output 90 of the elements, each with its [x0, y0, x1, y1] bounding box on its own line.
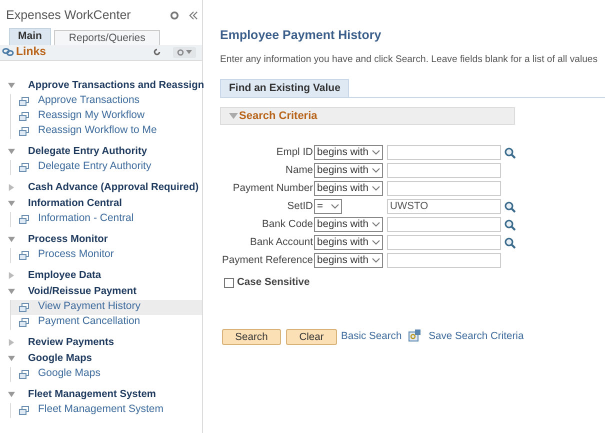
text-field[interactable] [387, 163, 501, 178]
window-icon [19, 250, 29, 260]
field-label: Bank Code [261, 218, 313, 232]
options-menu-button[interactable] [173, 46, 196, 58]
window-icon [19, 406, 29, 415]
search-icon[interactable] [504, 218, 516, 231]
checkbox[interactable] [224, 278, 234, 288]
operator-dropdown[interactable]: = [314, 199, 342, 214]
group-heading[interactable]: Delegate Entry Authority [28, 144, 148, 160]
links-title: Links [16, 44, 46, 60]
expanded-arrow-icon[interactable] [8, 391, 15, 398]
caret-icon [186, 50, 192, 54]
expanded-arrow-icon[interactable] [8, 82, 15, 90]
instructions-text: Enter any information you have and click Search. Leave fields blank for a list of all values [220, 52, 599, 67]
group-heading[interactable]: Information Central [28, 196, 122, 212]
operator-dropdown[interactable]: begins with [314, 145, 383, 160]
tab[interactable]: Find an Existing Value [220, 79, 350, 98]
save-search-icon[interactable] [408, 328, 421, 342]
nav-link[interactable]: Information - Central [11, 212, 202, 227]
expanded-arrow-icon[interactable] [8, 288, 15, 296]
text-field[interactable] [387, 145, 501, 160]
nav-link[interactable]: Delegate Entry Authority [11, 160, 202, 175]
group-heading[interactable]: Cash Advance (Approval Required) [28, 180, 199, 196]
operator-dropdown[interactable]: begins with [314, 163, 383, 178]
field-label: SetID [286, 200, 313, 214]
text-field[interactable] [387, 181, 501, 196]
tab[interactable]: Reports/Queries [54, 30, 160, 45]
link[interactable]: Basic Search [341, 329, 402, 345]
window-icon [19, 370, 29, 379]
expanded-arrow-icon[interactable] [8, 148, 15, 156]
chevron-down-icon [372, 240, 380, 246]
field-label: Bank Account [249, 236, 313, 250]
link[interactable]: Save Search Criteria [428, 329, 524, 345]
action-button[interactable]: Search [222, 329, 281, 346]
expanded-arrow-icon[interactable] [8, 200, 15, 208]
operator-dropdown[interactable]: begins with [314, 253, 383, 268]
expanded-arrow-icon[interactable] [8, 355, 15, 362]
nav-link[interactable]: Fleet Management System [11, 402, 202, 418]
field-label: Payment Reference [220, 254, 313, 268]
collapse-icon[interactable] [189, 10, 198, 20]
field-label: Payment Number [232, 182, 313, 196]
text-field[interactable] [387, 235, 501, 250]
group-heading[interactable]: Process Monitor [28, 232, 108, 248]
group-heading[interactable]: Fleet Management System [28, 387, 156, 402]
group-heading[interactable]: Void/Reissue Payment [28, 284, 137, 300]
collapsed-arrow-icon[interactable] [8, 339, 15, 346]
text-field[interactable]: UWSTO [387, 199, 501, 214]
search-icon[interactable] [504, 236, 516, 249]
chevron-down-icon [372, 258, 380, 264]
chevron-down-icon [372, 150, 380, 156]
nav-link[interactable]: Reassign Workflow to Me [11, 124, 202, 139]
field-label: Empl ID [275, 146, 313, 160]
refresh-icon[interactable] [153, 48, 161, 56]
tab[interactable]: Main [9, 28, 51, 45]
chevron-down-icon [372, 186, 380, 192]
sidebar-title: Expenses WorkCenter [6, 7, 131, 24]
operator-dropdown[interactable]: begins with [314, 217, 383, 232]
group-heading[interactable]: Approve Transactions and Reassign [28, 78, 204, 94]
gear-icon [177, 48, 184, 56]
text-field[interactable] [387, 217, 501, 232]
collapsed-arrow-icon[interactable] [8, 184, 15, 192]
chevron-down-icon [331, 204, 339, 210]
group-heading[interactable]: Employee Data [28, 268, 102, 284]
group-heading[interactable]: Google Maps [28, 351, 92, 366]
nav-link[interactable]: Approve Transactions [11, 94, 202, 109]
search-icon[interactable] [504, 200, 516, 213]
chain-link-icon [2, 47, 14, 58]
nav-link[interactable]: View Payment History [11, 300, 202, 315]
section-header[interactable]: Search Criteria [220, 107, 515, 126]
group-heading[interactable]: Review Payments [28, 335, 114, 350]
operator-dropdown[interactable]: begins with [314, 181, 383, 196]
search-icon[interactable] [504, 146, 516, 159]
action-button[interactable]: Clear [286, 329, 337, 346]
text-field[interactable] [387, 253, 501, 268]
window-icon [19, 214, 29, 224]
window-icon [19, 162, 29, 172]
checkbox-label: Case Sensitive [237, 276, 310, 290]
page-title: Employee Payment History [220, 27, 382, 44]
operator-dropdown[interactable]: begins with [314, 235, 383, 250]
section-title: Search Criteria [239, 108, 318, 124]
nav-link[interactable]: Process Monitor [11, 248, 202, 263]
chevron-down-icon [372, 222, 380, 228]
settings-icon[interactable] [170, 10, 179, 20]
chevron-down-icon [372, 168, 380, 174]
nav-link[interactable]: Reassign My Workflow [11, 108, 202, 124]
nav-link[interactable]: Google Maps [11, 366, 202, 382]
collapsed-arrow-icon[interactable] [8, 272, 15, 280]
field-label: Name [284, 164, 313, 178]
expanded-arrow-icon[interactable] [8, 236, 15, 244]
nav-link[interactable]: Payment Cancellation [11, 314, 202, 330]
